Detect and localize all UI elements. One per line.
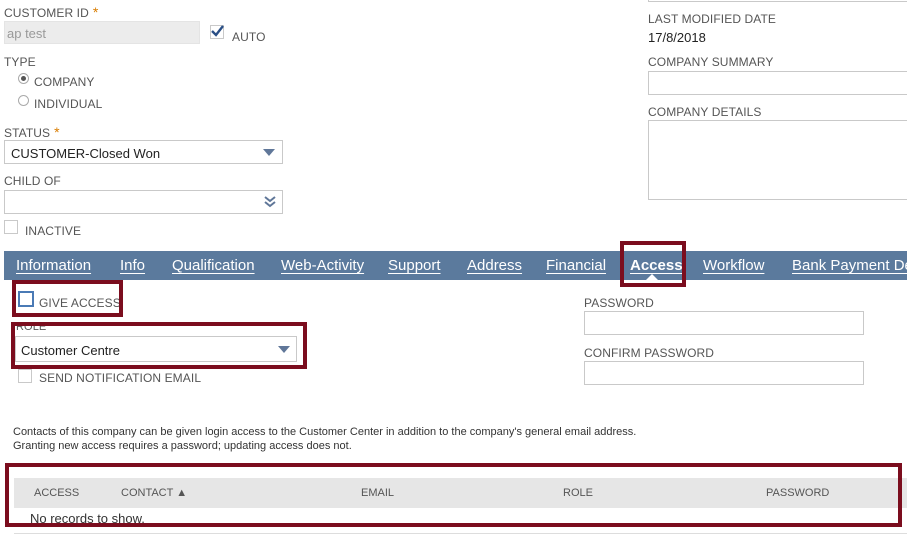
tab-web-activity[interactable]: Web-Activity [281,257,364,274]
tab-info[interactable]: Info [120,257,145,274]
tab-financial[interactable]: Financial [546,257,606,274]
radio-company-label: COMPANY [34,75,95,89]
highlight-box-role [11,322,307,369]
checkmark-icon [211,25,224,37]
chevron-down-icon [263,149,275,156]
radio-individual-label: INDIVIDUAL [34,97,103,111]
status-select[interactable]: CUSTOMER-Closed Won [4,140,283,164]
send-notification-label: SEND NOTIFICATION EMAIL [39,371,202,385]
company-details-field[interactable] [648,120,907,200]
child-of-label: CHILD OF [4,174,61,188]
company-details-label: COMPANY DETAILS [648,105,762,119]
password-label: PASSWORD [584,296,654,310]
password-field[interactable] [584,311,864,335]
status-label-text: STATUS [4,126,51,140]
customer-id-label: CUSTOMER ID * [4,4,98,20]
confirm-password-label: CONFIRM PASSWORD [584,346,715,360]
child-of-select[interactable] [4,190,283,214]
highlight-box-access-tab [620,241,686,287]
highlight-box-give-access [12,280,123,317]
subtab-bar: Information Info Qualification Web-Activ… [4,251,907,280]
company-summary-label: COMPANY SUMMARY [648,55,774,69]
tab-qualification[interactable]: Qualification [172,257,255,274]
table-divider [14,533,907,534]
type-label: TYPE [4,55,36,69]
highlight-box-contacts-table [5,463,902,527]
status-value: CUSTOMER-Closed Won [11,146,161,161]
tab-bank-payment[interactable]: Bank Payment De [792,257,907,274]
tab-support[interactable]: Support [388,257,441,274]
radio-individual[interactable] [18,95,29,106]
access-info-line1: Contacts of this company can be given lo… [13,426,637,438]
tab-address[interactable]: Address [467,257,522,274]
status-label: STATUS * [4,124,60,140]
tab-information[interactable]: Information [16,257,91,274]
tab-workflow[interactable]: Workflow [703,257,764,274]
access-info-line2: Granting new access requires a password;… [13,440,352,452]
required-asterisk: * [54,124,60,140]
customer-id-field[interactable]: ap test [4,21,200,44]
required-asterisk: * [92,4,99,20]
company-summary-field[interactable] [648,71,907,95]
send-notification-checkbox[interactable] [18,369,32,383]
customer-id-label-text: CUSTOMER ID [4,6,89,20]
inactive-checkbox[interactable] [4,220,18,234]
customer-id-value: ap test [7,26,47,41]
double-chevron-icon [264,196,276,208]
auto-checkbox[interactable] [210,25,224,39]
top-field-partial[interactable] [648,0,907,2]
last-modified-value: 17/8/2018 [648,30,706,45]
confirm-password-field[interactable] [584,361,864,385]
auto-label: AUTO [232,30,266,44]
inactive-label: INACTIVE [25,224,82,238]
radio-company[interactable] [18,73,29,84]
last-modified-label: LAST MODIFIED DATE [648,12,777,26]
